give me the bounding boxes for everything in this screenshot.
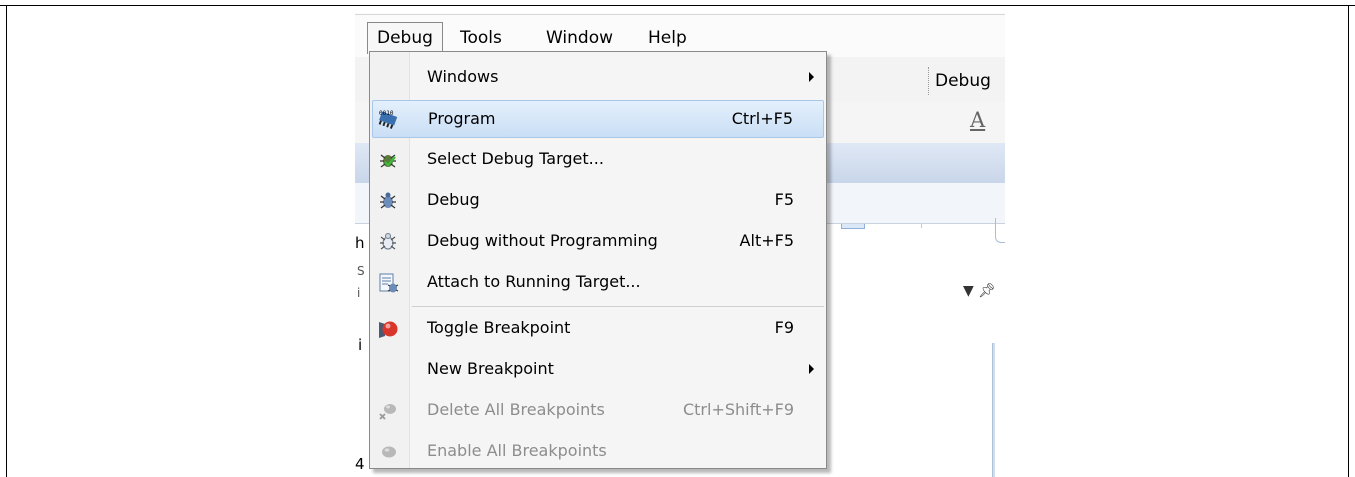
menu-bar-top-line [355, 14, 1005, 15]
menu-item-shortcut: Ctrl+Shift+F9 [682, 400, 794, 419]
debug-bug-icon [380, 192, 396, 209]
background-text-fragment: S [357, 264, 365, 278]
editor-scrollbar-edge[interactable] [992, 343, 995, 477]
menu-item-label: Windows [427, 67, 499, 86]
background-text-fragment: i [357, 286, 361, 300]
menu-window[interactable]: Window [537, 23, 622, 53]
menu-item-label: Debug without Programming [427, 231, 658, 250]
menu-separator [412, 306, 824, 307]
menu-item-new-breakpoint[interactable]: New Breakpoint [372, 351, 824, 389]
menu-item-label: Toggle Breakpoint [427, 318, 571, 337]
menu-help[interactable]: Help [639, 23, 696, 53]
submenu-arrow-icon [809, 364, 814, 374]
menu-debug[interactable]: Debug [367, 22, 443, 54]
program-chip-icon: 0010 [378, 110, 398, 129]
frame-left-border [6, 5, 7, 477]
background-text-fragment: h [355, 234, 365, 252]
menu-item-label: Debug [427, 190, 480, 209]
debug-menu: Windows 0010 Program Ctrl+F5 Select Debu… [369, 51, 827, 469]
panel-dropdown-pin-icon[interactable]: ▼ 📌︎ [963, 283, 996, 299]
menu-item-label: Attach to Running Target... [427, 272, 641, 291]
enable-breakpoints-icon [382, 446, 396, 458]
debug-no-program-icon [380, 233, 396, 250]
menu-item-label: Enable All Breakpoints [427, 441, 607, 460]
menu-item-shortcut: F5 [774, 190, 794, 209]
font-color-icon[interactable]: A [970, 108, 985, 132]
menu-item-shortcut: Alt+F5 [739, 231, 794, 250]
menu-item-select-debug-target[interactable]: Select Debug Target... [372, 141, 824, 179]
svg-text:0010: 0010 [379, 110, 394, 117]
menu-item-label: Delete All Breakpoints [427, 400, 605, 419]
editor-border-corner [995, 218, 1005, 243]
background-text-fragment: i [358, 336, 363, 354]
select-target-bug-icon [380, 154, 396, 168]
menu-item-windows[interactable]: Windows [372, 59, 824, 97]
menu-item-attach-to-running-target[interactable]: Attach to Running Target... [372, 264, 824, 302]
configuration-combo[interactable]: Debug [928, 67, 1005, 95]
menu-item-program[interactable]: 0010 Program Ctrl+F5 [372, 100, 824, 138]
menu-item-debug[interactable]: Debug F5 [372, 182, 824, 220]
attach-target-icon [379, 273, 399, 293]
menu-item-label: New Breakpoint [427, 359, 554, 378]
menu-tools[interactable]: Tools [451, 23, 511, 53]
menu-item-label: Program [428, 109, 496, 128]
menu-item-shortcut: Ctrl+F5 [731, 109, 793, 128]
menu-item-toggle-breakpoint[interactable]: Toggle Breakpoint F9 [372, 310, 824, 348]
background-text-fragment: 4 [355, 455, 365, 473]
menu-item-label: Select Debug Target... [427, 149, 604, 168]
frame-right-border [1348, 5, 1349, 477]
menu-item-delete-all-breakpoints: Delete All Breakpoints Ctrl+Shift+F9 [372, 392, 824, 430]
menu-item-enable-all-breakpoints: Enable All Breakpoints [372, 433, 824, 471]
menu-item-debug-without-programming[interactable]: Debug without Programming Alt+F5 [372, 223, 824, 261]
breakpoint-icon [379, 321, 398, 338]
submenu-arrow-icon [809, 72, 814, 82]
menu-item-shortcut: F9 [774, 318, 794, 337]
frame-top-border [0, 5, 1355, 6]
delete-breakpoints-icon [379, 404, 396, 420]
